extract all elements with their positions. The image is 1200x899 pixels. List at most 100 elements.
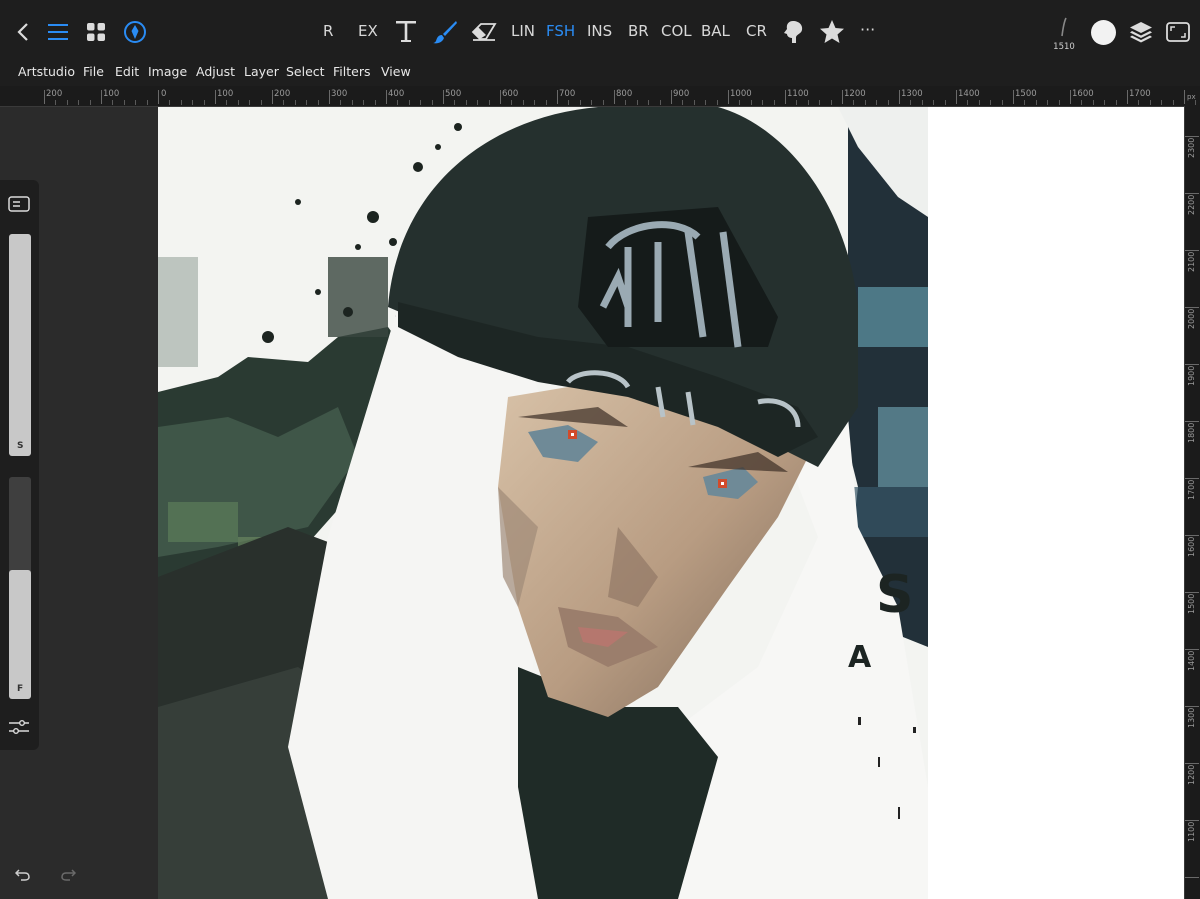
size-slider[interactable]: S xyxy=(9,234,31,456)
ruler-minor-tick xyxy=(1149,100,1151,105)
ruler-minor-tick xyxy=(739,100,741,105)
ruler-minor-tick xyxy=(135,100,137,105)
brush-settings-icon[interactable] xyxy=(8,717,32,739)
menu-filters[interactable]: Filters xyxy=(333,64,370,79)
menu-list-icon[interactable] xyxy=(40,14,76,50)
ruler-major-tick xyxy=(1127,90,1128,104)
more-button[interactable]: ··· xyxy=(860,20,875,39)
ruler-major-tick xyxy=(1184,90,1185,104)
ruler-major-tick xyxy=(557,90,558,104)
flow-slider-fill xyxy=(9,570,31,699)
fullscreen-icon[interactable] xyxy=(1160,14,1196,50)
smudge-tool-icon[interactable] xyxy=(775,14,811,50)
eraser-tool-icon[interactable] xyxy=(466,14,502,50)
brush-size-indicator[interactable]: 1510 xyxy=(1048,16,1080,56)
ruler-label: 500 xyxy=(445,89,462,99)
color-swatch[interactable] xyxy=(1085,14,1121,50)
favorite-star-icon[interactable] xyxy=(814,14,850,50)
ruler-major-tick xyxy=(728,90,729,104)
brush-side-panel: S F xyxy=(0,180,39,750)
ruler-minor-tick xyxy=(1092,100,1094,105)
layers-icon[interactable] xyxy=(1123,14,1159,50)
ruler-label: 0 xyxy=(161,89,167,99)
ruler-label: 600 xyxy=(502,89,519,99)
ruler-major-tick xyxy=(215,90,216,104)
ruler-minor-tick xyxy=(807,100,809,105)
ruler-minor-tick xyxy=(545,100,547,105)
ruler-minor-tick xyxy=(340,100,342,105)
ruler-minor-tick xyxy=(750,100,752,105)
text-tool-icon[interactable] xyxy=(388,14,424,50)
brush-tool-icon[interactable] xyxy=(427,14,463,50)
ruler-minor-tick xyxy=(1104,100,1106,105)
menu-file[interactable]: File xyxy=(83,64,104,79)
gallery-grid-icon[interactable] xyxy=(78,14,114,50)
ruler-minor-tick xyxy=(591,100,593,105)
menu-adjust[interactable]: Adjust xyxy=(196,64,235,79)
ruler-major-tick xyxy=(44,90,45,104)
ruler-minor-tick xyxy=(294,100,296,105)
ruler-label: 100 xyxy=(217,89,234,99)
ruler-minor-tick xyxy=(169,100,171,105)
back-icon[interactable] xyxy=(6,14,42,50)
redo-icon xyxy=(61,869,77,881)
ruler-minor-tick xyxy=(978,100,980,105)
tool-fsh[interactable]: FSH xyxy=(546,22,575,40)
ruler-label: 200 xyxy=(274,89,291,99)
ruler-minor-tick xyxy=(910,100,912,105)
ruler-major-tick xyxy=(101,90,102,104)
tool-ins[interactable]: INS xyxy=(587,22,612,40)
brush-size-value: 1510 xyxy=(1053,42,1075,52)
ruler-minor-tick xyxy=(762,100,764,105)
ruler-major-tick xyxy=(614,90,615,104)
ruler-major-tick xyxy=(272,90,273,104)
ruler-label: 2000 xyxy=(1187,308,1196,329)
ruler-major-tick xyxy=(1185,763,1199,764)
ruler-minor-tick xyxy=(408,100,410,105)
document-margin xyxy=(928,107,1184,899)
tool-bal[interactable]: BAL xyxy=(701,22,730,40)
menu-view[interactable]: View xyxy=(381,64,411,79)
ruler-minor-tick xyxy=(146,100,148,105)
ruler-minor-tick xyxy=(602,100,604,105)
ruler-major-tick xyxy=(1185,649,1199,650)
tool-ex[interactable]: EX xyxy=(358,22,378,40)
flow-slider[interactable]: F xyxy=(9,477,31,699)
tool-r[interactable]: R xyxy=(323,22,333,40)
tool-cr[interactable]: CR xyxy=(746,22,767,40)
ruler-major-tick xyxy=(1185,706,1199,707)
menu-edit[interactable]: Edit xyxy=(115,64,139,79)
menu-layer[interactable]: Layer xyxy=(244,64,279,79)
pen-tool-icon[interactable] xyxy=(117,14,153,50)
ruler-minor-tick xyxy=(682,100,684,105)
ruler-minor-tick xyxy=(1047,100,1049,105)
ruler-label: 200 xyxy=(46,89,63,99)
size-slider-label: S xyxy=(17,441,24,451)
menu-artstudio[interactable]: Artstudio xyxy=(18,64,75,79)
ruler-minor-tick xyxy=(1081,100,1083,105)
ruler-minor-tick xyxy=(55,100,57,105)
brush-stroke-icon xyxy=(1061,17,1067,37)
tool-lin[interactable]: LIN xyxy=(511,22,535,40)
ruler-label: 1100 xyxy=(1187,821,1196,842)
undo-icon xyxy=(14,869,30,881)
ruler-minor-tick xyxy=(66,100,68,105)
redo-button[interactable] xyxy=(60,868,77,886)
ruler-major-tick xyxy=(329,90,330,104)
ruler-minor-tick xyxy=(830,100,832,105)
ruler-minor-tick xyxy=(192,100,194,105)
ruler-minor-tick xyxy=(465,100,467,105)
ruler-label: 1400 xyxy=(1187,650,1196,671)
ruler-minor-tick xyxy=(944,100,946,105)
menu-select[interactable]: Select xyxy=(286,64,325,79)
ruler-minor-tick xyxy=(579,100,581,105)
ruler-major-tick xyxy=(158,90,159,104)
size-slider-fill xyxy=(9,234,31,456)
ruler-label: 700 xyxy=(559,89,576,99)
tool-br[interactable]: BR xyxy=(628,22,649,40)
panel-toggle-icon[interactable] xyxy=(8,196,32,214)
undo-button[interactable] xyxy=(14,868,31,886)
tool-col[interactable]: COL xyxy=(661,22,692,40)
menu-image[interactable]: Image xyxy=(148,64,187,79)
ruler-minor-tick xyxy=(522,100,524,105)
